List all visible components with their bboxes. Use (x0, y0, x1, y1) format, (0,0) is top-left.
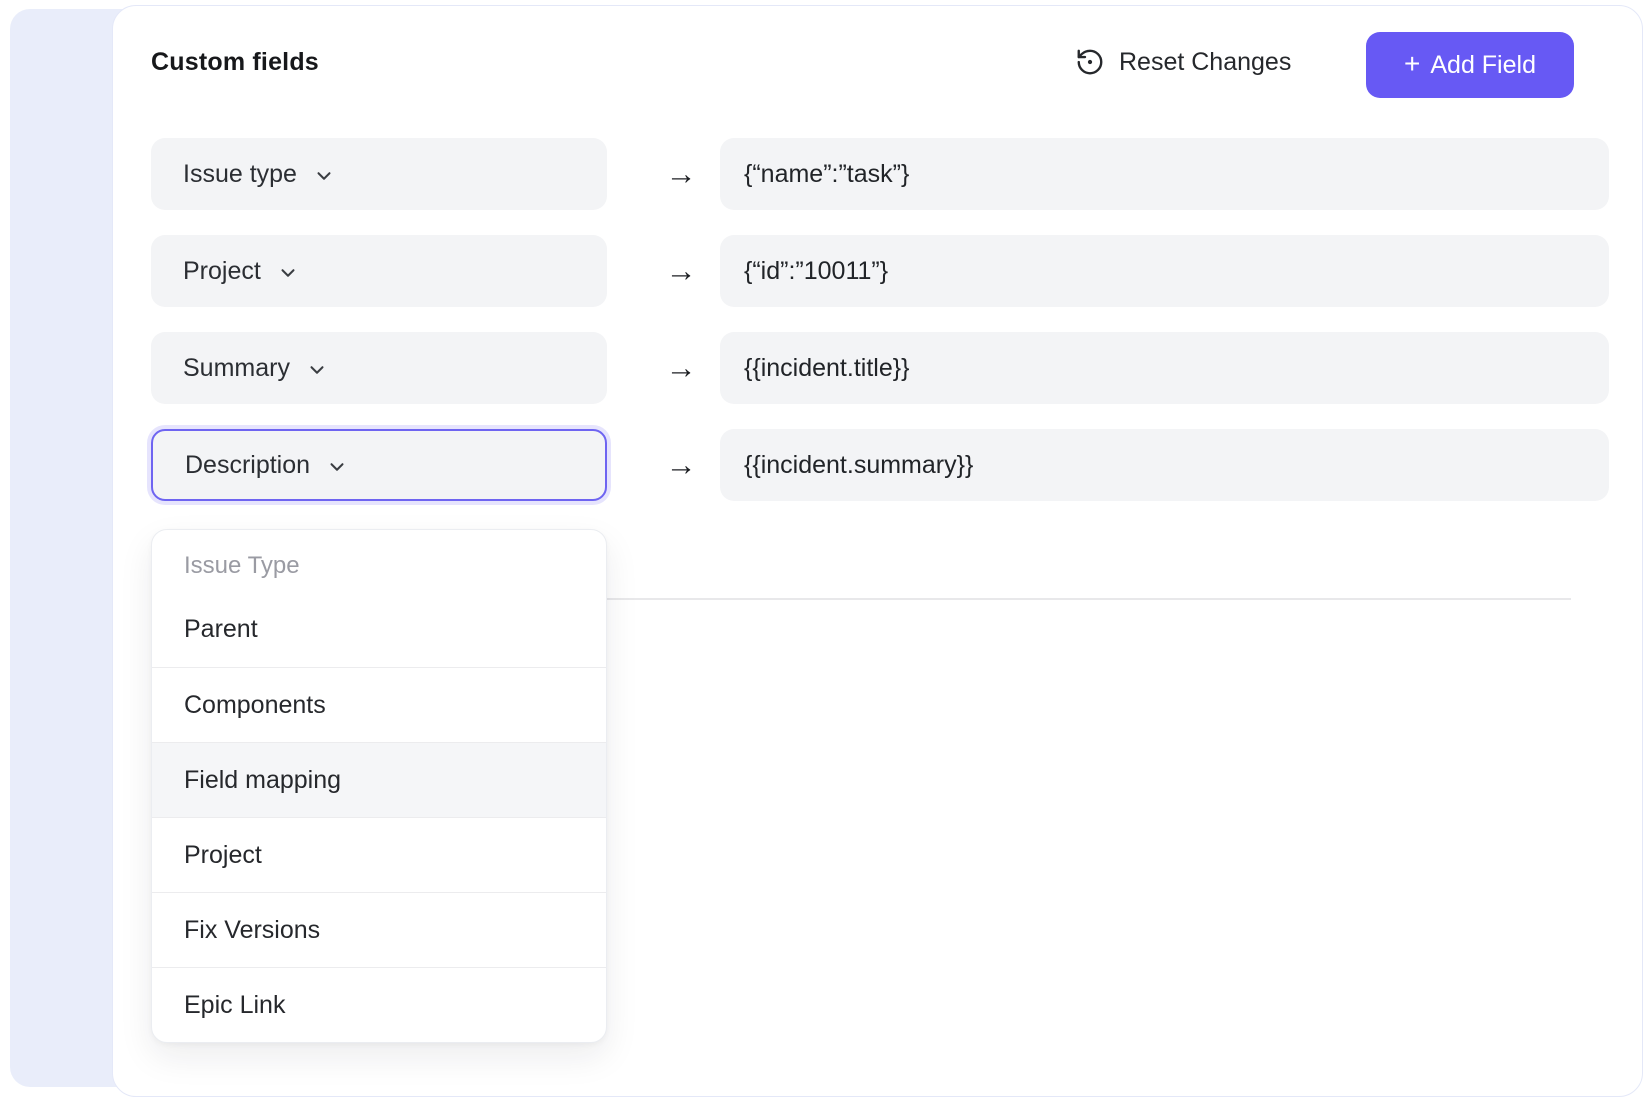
field-select-label: Issue type (183, 160, 297, 189)
dropdown-item-parent[interactable]: Parent (152, 592, 606, 667)
mapping-row: Project → {“id”:”10011”} (151, 235, 1571, 307)
reset-history-icon (1075, 47, 1105, 77)
dropdown-item-project[interactable]: Project (152, 817, 606, 892)
field-select-issue-type[interactable]: Issue type (151, 138, 607, 210)
field-select-description[interactable]: Description (151, 429, 607, 501)
mapping-row: Description → {{incident.summary}} (151, 429, 1571, 501)
reset-changes-button[interactable]: Reset Changes (1075, 42, 1291, 82)
dropdown-item-epic-link[interactable]: Epic Link (152, 967, 606, 1042)
field-select-label: Description (185, 451, 310, 480)
value-input-issue-type[interactable]: {“name”:”task”} (720, 138, 1609, 210)
field-select-label: Project (183, 257, 261, 286)
add-field-label: Add Field (1430, 51, 1536, 80)
mapping-row: Summary → {{incident.title}} (151, 332, 1571, 404)
dropdown-group-label: Issue Type (152, 530, 606, 592)
field-select-label: Summary (183, 354, 290, 383)
chevron-down-icon (313, 165, 335, 187)
arrow-icon: → (656, 138, 706, 210)
arrow-icon: → (656, 332, 706, 404)
chevron-down-icon (306, 359, 328, 381)
reset-changes-label: Reset Changes (1119, 48, 1291, 77)
field-select-summary[interactable]: Summary (151, 332, 607, 404)
field-select-project[interactable]: Project (151, 235, 607, 307)
value-input-summary[interactable]: {{incident.title}} (720, 332, 1609, 404)
add-field-button[interactable]: + Add Field (1366, 32, 1574, 98)
plus-icon: + (1404, 50, 1420, 78)
page-title: Custom fields (151, 48, 319, 77)
value-input-project[interactable]: {“id”:”10011”} (720, 235, 1609, 307)
screen: Custom fields Reset Changes + Add Field … (0, 0, 1644, 1100)
value-input-description[interactable]: {{incident.summary}} (720, 429, 1609, 501)
arrow-icon: → (656, 235, 706, 307)
dropdown-item-components[interactable]: Components (152, 667, 606, 742)
custom-fields-card: Custom fields Reset Changes + Add Field … (112, 5, 1643, 1097)
field-dropdown-menu: Issue Type Parent Components Field mappi… (151, 529, 607, 1043)
arrow-icon: → (656, 429, 706, 501)
dropdown-item-fix-versions[interactable]: Fix Versions (152, 892, 606, 967)
chevron-down-icon (277, 262, 299, 284)
mapping-row: Issue type → {“name”:”task”} (151, 138, 1571, 210)
chevron-down-icon (326, 456, 348, 478)
dropdown-item-field-mapping[interactable]: Field mapping (152, 742, 606, 817)
